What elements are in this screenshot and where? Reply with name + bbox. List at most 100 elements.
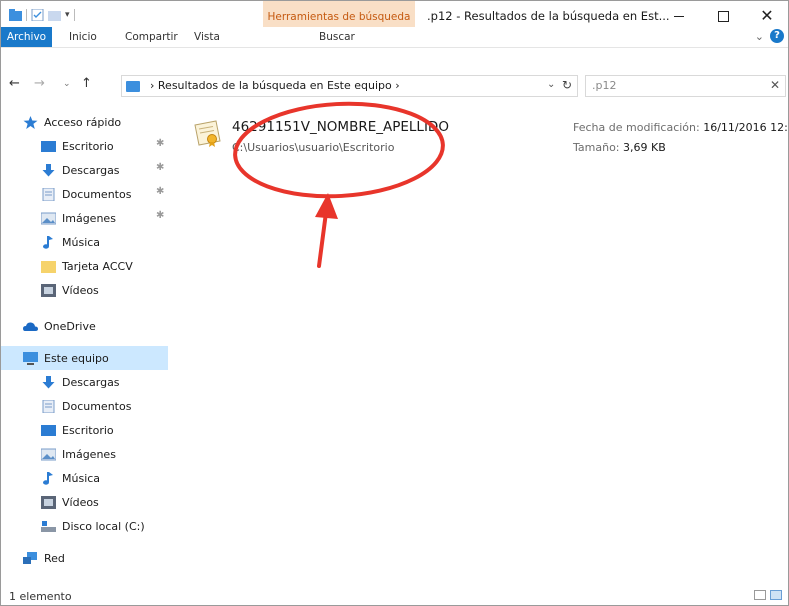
up-arrow-icon[interactable]: ↑ bbox=[81, 76, 92, 91]
nav-onedrive[interactable]: OneDrive bbox=[23, 315, 96, 337]
address-bar[interactable]: › Resultados de la búsqueda en Este equi… bbox=[121, 75, 578, 97]
pictures-folder-icon bbox=[41, 448, 56, 460]
download-arrow-icon bbox=[42, 163, 55, 176]
nav-item-label: Descargas bbox=[62, 163, 120, 177]
nav-item-label: Acceso rápido bbox=[44, 115, 122, 129]
certificate-file-icon bbox=[194, 120, 221, 147]
nav-quick-imagenes[interactable]: Imágenes ✱ bbox=[41, 207, 164, 229]
result-file-name[interactable]: 46291151V_NOMBRE_APELLIDO bbox=[232, 119, 449, 135]
breadcrumb-separator: › bbox=[150, 79, 155, 92]
nav-item-label: Tarjeta ACCV bbox=[62, 259, 133, 273]
breadcrumb-path[interactable]: Resultados de la búsqueda en Este equipo bbox=[158, 79, 392, 92]
nav-pc-disco-local[interactable]: Disco local (C:) bbox=[41, 515, 145, 537]
tab-inicio[interactable]: Inicio bbox=[63, 27, 103, 47]
disk-drive-icon bbox=[41, 520, 56, 532]
clear-search-icon[interactable]: ✕ bbox=[770, 78, 780, 92]
context-tab-label: Herramientas de búsqueda bbox=[267, 11, 411, 23]
search-results-pane: 46291151V_NOMBRE_APELLIDO C:\Usuarios\us… bbox=[177, 107, 789, 585]
pin-icon: ✱ bbox=[156, 186, 165, 197]
nav-this-pc[interactable]: Este equipo bbox=[23, 347, 109, 369]
status-bar: 1 elemento bbox=[1, 585, 788, 606]
back-arrow-icon[interactable]: ← bbox=[9, 76, 20, 91]
help-icon[interactable]: ? bbox=[770, 29, 784, 43]
separator bbox=[73, 9, 75, 21]
tab-compartir[interactable]: Compartir bbox=[119, 27, 184, 47]
nav-quick-documentos[interactable]: Documentos ✱ bbox=[41, 183, 164, 205]
document-folder-icon bbox=[42, 399, 55, 413]
search-input[interactable]: .p12 ✕ bbox=[585, 75, 786, 97]
nav-quick-videos[interactable]: Vídeos bbox=[41, 279, 99, 301]
folder-icon bbox=[41, 260, 56, 273]
ribbon-tabs: Archivo Inicio Compartir Vista Buscar ⌄ … bbox=[1, 27, 788, 48]
address-row: ← → ⌄ ↑ › Resultados de la búsqueda en E… bbox=[1, 71, 788, 97]
document-folder-icon bbox=[42, 187, 55, 201]
computer-icon bbox=[23, 351, 38, 365]
nav-item-label: Documentos bbox=[62, 187, 132, 201]
nav-pc-documentos[interactable]: Documentos bbox=[41, 395, 131, 417]
folder-icon[interactable] bbox=[9, 9, 22, 21]
nav-item-label: Este equipo bbox=[44, 351, 109, 365]
pin-icon: ✱ bbox=[156, 138, 165, 149]
content-view-icon[interactable] bbox=[770, 590, 782, 600]
search-results-icon bbox=[126, 81, 140, 92]
network-icon bbox=[23, 551, 37, 564]
nav-pc-videos[interactable]: Vídeos bbox=[41, 491, 99, 513]
address-dropdown-icon[interactable]: ⌄ bbox=[547, 79, 555, 90]
nav-item-label: Música bbox=[62, 471, 101, 485]
recent-locations-icon[interactable]: ⌄ bbox=[63, 79, 71, 89]
expand-ribbon-icon[interactable]: ⌄ bbox=[755, 30, 764, 43]
nav-item-label: Escritorio bbox=[62, 423, 114, 437]
result-modified: Fecha de modificación: 16/11/2016 12:... bbox=[573, 121, 789, 134]
window-title: .p12 - Resultados de la búsqueda en Est.… bbox=[427, 9, 670, 23]
minimize-icon bbox=[674, 15, 684, 17]
tab-buscar[interactable]: Buscar bbox=[313, 27, 361, 47]
nav-quick-tarjeta-accv[interactable]: Tarjeta ACCV bbox=[41, 255, 133, 277]
maximize-icon bbox=[717, 10, 729, 22]
size-label: Tamaño: bbox=[573, 141, 620, 154]
cloud-icon bbox=[23, 321, 38, 331]
close-icon: ✕ bbox=[760, 6, 774, 25]
nav-item-label: Imágenes bbox=[62, 211, 116, 225]
nav-pc-imagenes[interactable]: Imágenes bbox=[41, 443, 116, 465]
nav-item-label: Música bbox=[62, 235, 101, 249]
nav-quick-musica[interactable]: Música bbox=[41, 231, 100, 253]
separator bbox=[26, 9, 27, 21]
view-buttons bbox=[754, 590, 782, 600]
breadcrumb[interactable]: › Resultados de la búsqueda en Este equi… bbox=[150, 79, 400, 92]
desktop-folder-icon bbox=[41, 424, 56, 436]
music-note-icon bbox=[43, 235, 53, 249]
nav-item-label: Red bbox=[44, 551, 65, 565]
nav-item-label: Documentos bbox=[62, 399, 132, 413]
refresh-icon[interactable]: ↻ bbox=[562, 78, 572, 92]
pictures-folder-icon bbox=[41, 212, 56, 224]
result-file-path: C:\Usuarios\usuario\Escritorio bbox=[232, 141, 395, 154]
details-view-icon[interactable] bbox=[754, 590, 766, 600]
nav-pc-musica[interactable]: Música bbox=[41, 467, 100, 489]
nav-item-label: Descargas bbox=[62, 375, 120, 389]
explorer-window: ▾ Herramientas de búsqueda .p12 - Result… bbox=[0, 0, 789, 606]
nav-pc-descargas[interactable]: Descargas bbox=[41, 371, 120, 393]
item-count: 1 elemento bbox=[9, 590, 72, 603]
video-folder-icon bbox=[41, 495, 56, 509]
result-size: Tamaño: 3,69 KB bbox=[573, 141, 666, 154]
pin-icon: ✱ bbox=[156, 162, 165, 173]
download-arrow-icon bbox=[42, 375, 55, 388]
nav-item-label: Vídeos bbox=[62, 283, 99, 297]
nav-quick-access[interactable]: Acceso rápido bbox=[23, 111, 121, 133]
desktop-folder-icon bbox=[41, 140, 56, 152]
tab-archivo[interactable]: Archivo bbox=[1, 27, 52, 47]
search-value: .p12 bbox=[592, 79, 617, 92]
tab-vista[interactable]: Vista bbox=[188, 27, 226, 47]
music-note-icon bbox=[43, 471, 53, 485]
nav-network[interactable]: Red bbox=[23, 547, 65, 569]
nav-quick-escritorio[interactable]: Escritorio ✱ bbox=[41, 135, 164, 157]
properties-icon[interactable] bbox=[31, 9, 44, 21]
nav-item-label: Disco local (C:) bbox=[62, 519, 145, 533]
star-icon bbox=[23, 115, 38, 129]
new-folder-icon[interactable] bbox=[48, 9, 61, 21]
nav-pc-escritorio[interactable]: Escritorio bbox=[41, 419, 114, 441]
customize-dropdown-icon[interactable]: ▾ bbox=[65, 10, 70, 20]
forward-arrow-icon[interactable]: → bbox=[34, 76, 45, 91]
nav-quick-descargas[interactable]: Descargas ✱ bbox=[41, 159, 164, 181]
video-folder-icon bbox=[41, 283, 56, 297]
